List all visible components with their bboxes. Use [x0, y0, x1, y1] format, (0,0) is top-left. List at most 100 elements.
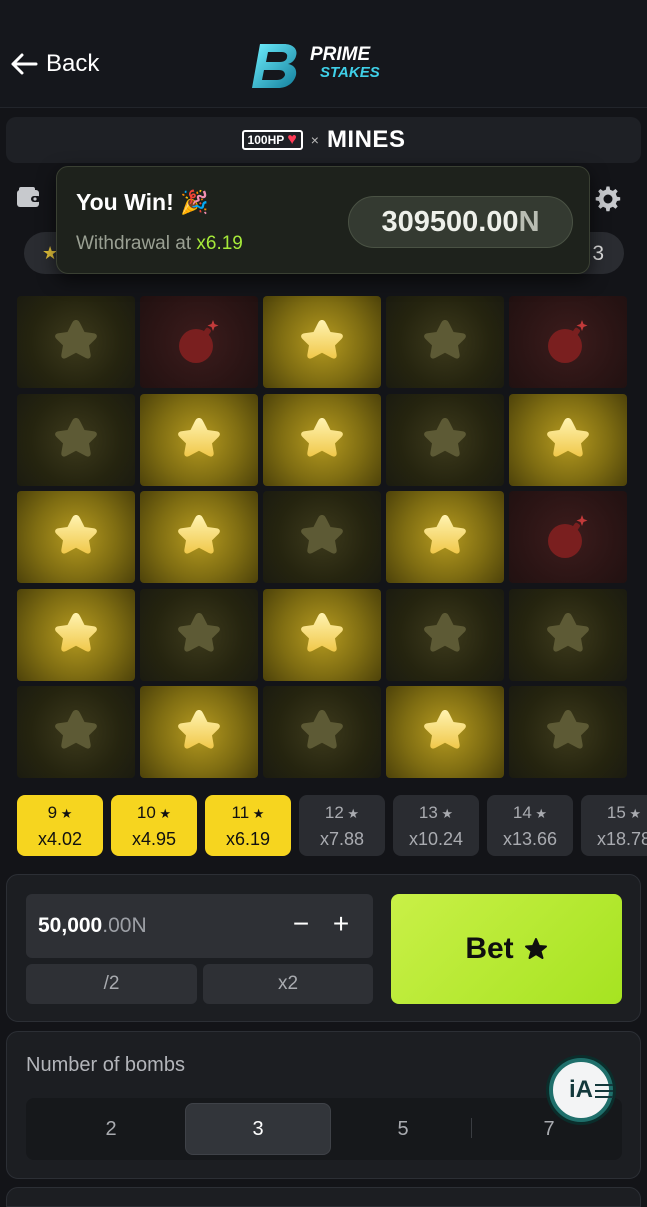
- multiplier-chip[interactable]: 12 ★ x7.88: [299, 795, 385, 856]
- star-small-icon: ★: [155, 806, 172, 821]
- grid-tile[interactable]: [386, 686, 504, 778]
- multiplier-chip[interactable]: 15 ★ x18.78: [581, 795, 647, 856]
- multiplier-chip[interactable]: 9 ★ x4.02: [17, 795, 103, 856]
- grid-tile[interactable]: [386, 393, 504, 486]
- star-icon: [178, 515, 220, 554]
- star-icon: [424, 515, 466, 554]
- star-icon: [301, 515, 343, 554]
- wallet-icon[interactable]: [16, 186, 42, 210]
- win-title: You Win! 🎉: [76, 189, 209, 215]
- bet-amount-field[interactable]: 50,000.00N − +: [26, 894, 373, 958]
- decrease-bet-button[interactable]: −: [288, 908, 314, 940]
- bet-amount-currency: N: [131, 914, 147, 937]
- bombs-option-3[interactable]: 3: [185, 1103, 331, 1155]
- grid-tile[interactable]: [263, 393, 381, 486]
- bet-button[interactable]: Bet: [391, 894, 622, 1004]
- logo-line1: PRIME: [310, 44, 371, 65]
- star-icon: [55, 417, 97, 457]
- withdraw-info: Withdrawal at x6.19: [76, 233, 243, 255]
- grid-tile[interactable]: [17, 588, 135, 681]
- win-amount: 309500.00 N: [348, 196, 573, 248]
- multiplier-chip[interactable]: 13 ★ x10.24: [393, 795, 479, 856]
- star-icon: [55, 710, 97, 749]
- multiplier-count-value: 9: [47, 803, 58, 822]
- multiplier-count: 12 ★: [299, 803, 385, 823]
- double-bet-button[interactable]: x2: [203, 964, 373, 1004]
- star-icon: [178, 612, 220, 652]
- grid-tile[interactable]: [509, 393, 627, 486]
- multiplier-count-value: 10: [136, 803, 156, 822]
- half-bet-button[interactable]: /2: [26, 964, 197, 1004]
- bomb-count-value: 3: [592, 242, 604, 265]
- increase-bet-button[interactable]: +: [328, 908, 354, 940]
- grid-tile[interactable]: [17, 393, 135, 486]
- assistant-button[interactable]: iA: [549, 1058, 613, 1122]
- grid-tile[interactable]: [140, 393, 258, 486]
- game-title: MINES: [326, 126, 406, 153]
- star-icon: [55, 320, 97, 359]
- heart-icon: ♥: [287, 131, 297, 148]
- grid-tile[interactable]: [140, 296, 258, 388]
- star-icon: [301, 612, 343, 652]
- withdraw-prefix: Withdrawal at: [76, 233, 197, 254]
- grid-tile[interactable]: [263, 296, 381, 388]
- settings-gear-icon[interactable]: [594, 185, 622, 213]
- grid-tile[interactable]: [386, 588, 504, 681]
- grid-tile[interactable]: [509, 296, 627, 388]
- multiplier-chip[interactable]: 14 ★ x13.66: [487, 795, 573, 856]
- multiplier-count-value: 13: [418, 803, 438, 822]
- multiplier-count: 9 ★: [17, 803, 103, 823]
- bombs-selector: 2357: [26, 1098, 622, 1160]
- grid-tile[interactable]: [17, 296, 135, 388]
- bet-button-label: Bet: [465, 932, 514, 965]
- back-button[interactable]: Back: [10, 50, 99, 78]
- bomb-icon: [179, 320, 219, 363]
- bet-amount-int: 50,000: [38, 914, 103, 937]
- grid-tile[interactable]: [509, 491, 627, 583]
- arrow-left-icon: [11, 53, 38, 75]
- brand-logo[interactable]: PRIME STAKES: [250, 38, 400, 98]
- bet-panel: 50,000.00N − + /2 x2 Bet: [6, 874, 641, 1022]
- grid-tile[interactable]: [509, 588, 627, 681]
- star-small-icon: ★: [343, 806, 360, 821]
- grid-tile[interactable]: [17, 491, 135, 583]
- logo-line2: STAKES: [320, 64, 380, 81]
- grid-tile[interactable]: [140, 686, 258, 778]
- grid-tile[interactable]: [17, 686, 135, 778]
- star-small-icon: ★: [57, 806, 73, 821]
- grid-tile[interactable]: [386, 491, 504, 583]
- star-small-icon: ★: [531, 806, 548, 821]
- multiplier-value: x10.24: [408, 829, 464, 849]
- grid-tile[interactable]: [140, 491, 258, 583]
- multiplier-value: x13.66: [502, 829, 558, 849]
- mines-grid: [17, 296, 630, 778]
- multiplier-count-value: 14: [512, 803, 532, 822]
- menu-lines-icon: [595, 1084, 613, 1098]
- bombs-option-5[interactable]: 5: [330, 1103, 476, 1155]
- star-small-icon: ★: [249, 806, 265, 821]
- next-panel-edge: [6, 1187, 641, 1207]
- multiplier-value: x4.02: [37, 829, 83, 849]
- win-amount-currency: N: [518, 205, 540, 238]
- multiplier-value: x7.88: [319, 829, 365, 849]
- top-bar: Back PRIME STAKES: [0, 0, 647, 108]
- multiplier-strip[interactable]: 9 ★ x4.02 10 ★ x4.95 11 ★ x6.19 12 ★ x7.88 13 ★ x…: [0, 795, 647, 857]
- star-icon: [55, 612, 97, 652]
- multiplier-value: x18.78: [596, 829, 647, 849]
- win-toast: You Win! 🎉 Withdrawal at x6.19 309500.00…: [56, 166, 590, 274]
- multiplier-value: x4.95: [131, 829, 177, 849]
- grid-tile[interactable]: [263, 491, 381, 583]
- grid-tile[interactable]: [140, 588, 258, 681]
- multiplier-chip[interactable]: 10 ★ x4.95: [111, 795, 197, 856]
- bet-amount-value: 50,000.00N: [38, 914, 147, 938]
- multiplier-chip[interactable]: 11 ★ x6.19: [205, 795, 291, 856]
- grid-tile[interactable]: [509, 686, 627, 778]
- game-title-bar: 100HP ♥ × MINES: [6, 117, 641, 163]
- grid-tile[interactable]: [386, 296, 504, 388]
- star-icon: [55, 515, 97, 554]
- grid-tile[interactable]: [263, 588, 381, 681]
- bombs-panel: Number of bombs 2357: [6, 1031, 641, 1179]
- grid-tile[interactable]: [263, 686, 381, 778]
- star-icon: [424, 320, 466, 359]
- bombs-option-2[interactable]: 2: [38, 1103, 184, 1155]
